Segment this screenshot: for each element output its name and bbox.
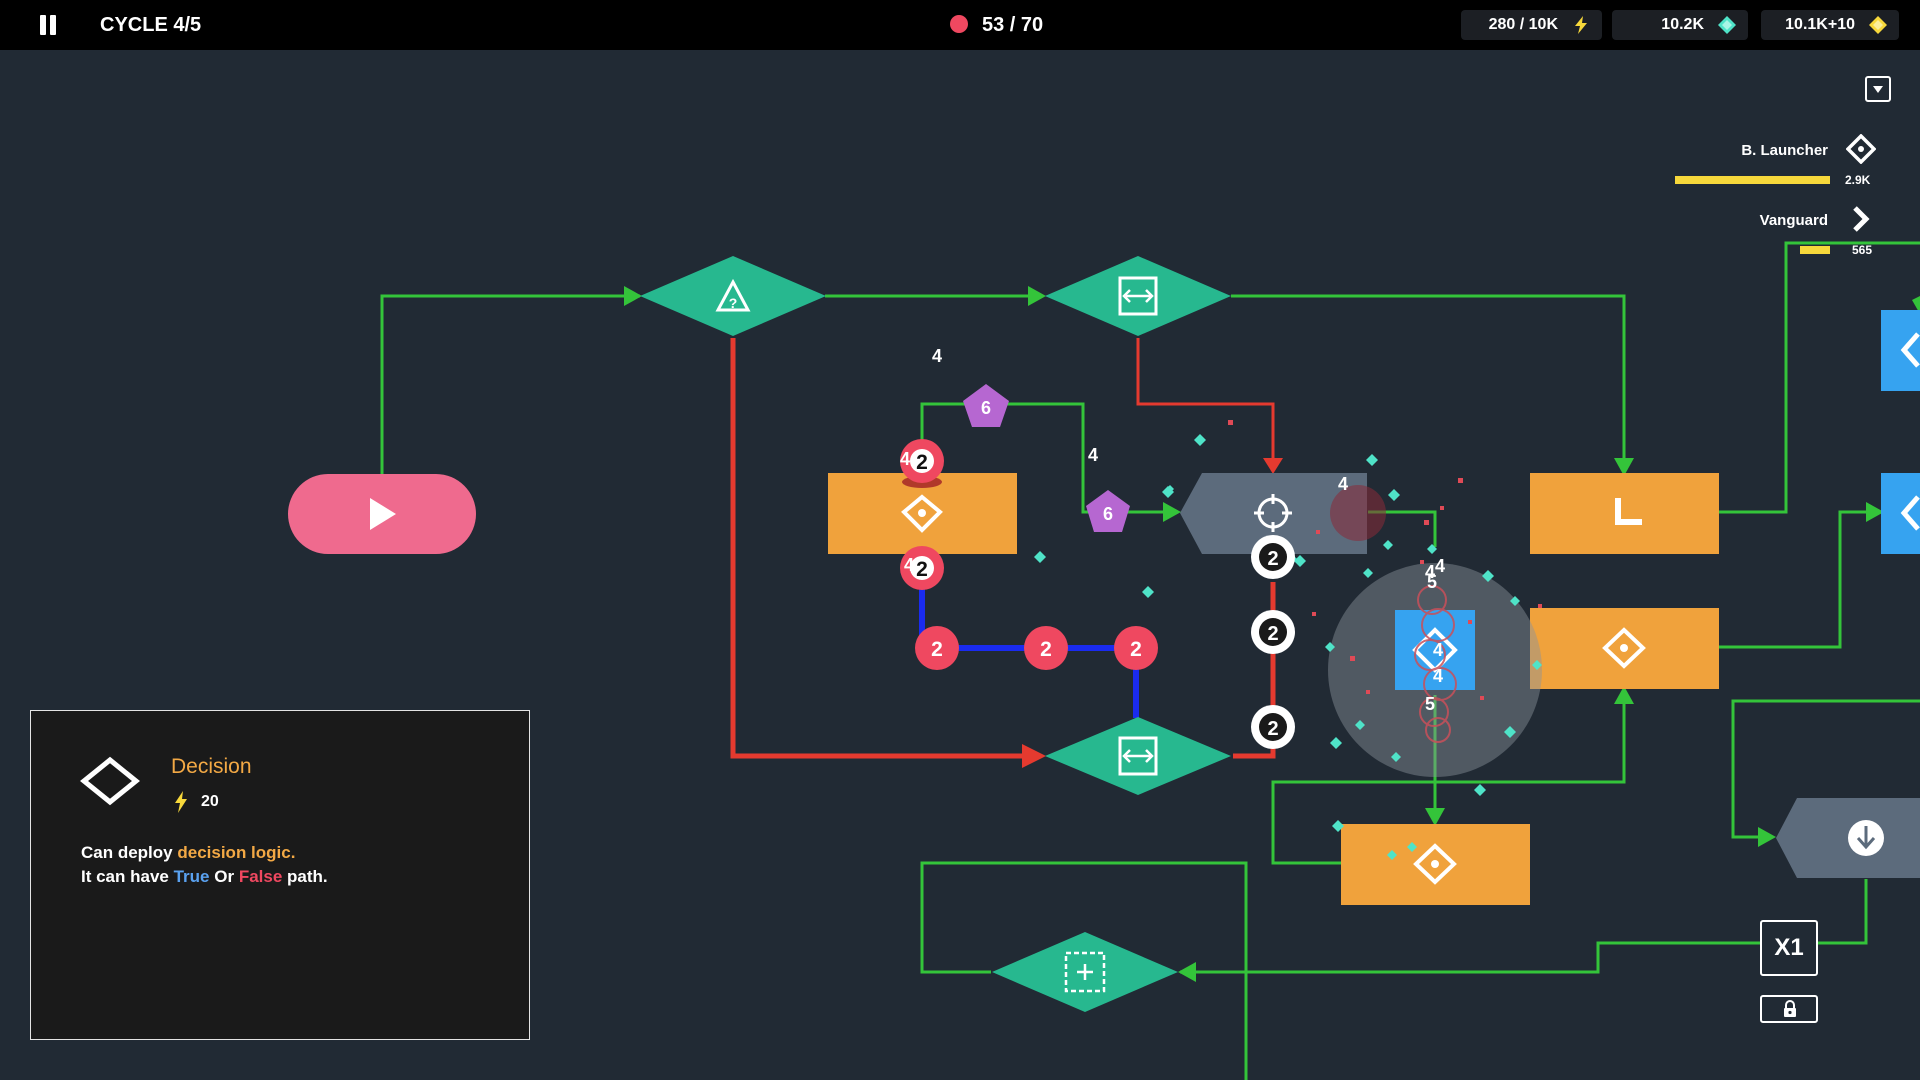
white-enemy: 2 [1251, 535, 1295, 579]
svg-text:4: 4 [1433, 666, 1443, 686]
vanguard-value: 565 [1852, 243, 1873, 257]
desc-text: It can have [81, 867, 174, 886]
svg-text:?: ? [729, 295, 738, 311]
svg-text:6: 6 [1103, 504, 1113, 524]
pentagon-enemy: 6 [963, 384, 1009, 427]
svg-text:2: 2 [916, 558, 928, 581]
unit-name-vanguard: Vanguard [1759, 212, 1828, 229]
false-label: False [238, 867, 283, 886]
speed-button[interactable]: X1 [1760, 920, 1818, 976]
split-decision-node-top[interactable] [1045, 256, 1231, 336]
white-enemy: 2 [1251, 610, 1295, 654]
blue-node-top[interactable] [1881, 310, 1920, 391]
svg-text:6: 6 [981, 398, 991, 418]
chevron-right-icon [1853, 206, 1870, 232]
add-decision-node[interactable] [992, 932, 1178, 1012]
blue-node-middle[interactable] [1881, 473, 1920, 554]
desc-text: Can deploy [81, 843, 178, 862]
b-launcher-value: 2.9K [1845, 173, 1871, 187]
info-cost: 20 [201, 793, 219, 810]
info-title: Decision [171, 755, 252, 778]
desc-highlight: decision logic. [177, 843, 296, 862]
red-enemy: 2 [915, 626, 959, 670]
svg-text:2: 2 [1040, 638, 1052, 661]
pentagon-enemy: 6 [1086, 490, 1130, 532]
b-launcher-bar [1675, 176, 1830, 184]
svg-text:2: 2 [1267, 718, 1278, 740]
red-enemy: 2 [1024, 626, 1068, 670]
svg-text:4: 4 [1433, 640, 1443, 660]
svg-text:4: 4 [904, 555, 914, 575]
true-label: True [173, 867, 210, 886]
info-description: Can deploy decision logic. It can have T… [81, 841, 328, 889]
svg-text:4: 4 [1338, 474, 1348, 494]
lightning-icon [175, 791, 187, 813]
lock-button[interactable] [1760, 995, 1818, 1023]
svg-text:5: 5 [1427, 572, 1437, 592]
desc-text: path. [282, 867, 328, 886]
start-node[interactable] [288, 474, 476, 554]
orange-tower-right[interactable] [1530, 608, 1719, 689]
orange-tower-bottom[interactable] [1341, 824, 1530, 905]
svg-text:4: 4 [900, 449, 910, 469]
svg-text:2: 2 [1130, 638, 1142, 661]
svg-text:2: 2 [916, 451, 928, 474]
svg-text:4: 4 [1088, 445, 1098, 465]
svg-text:5: 5 [1425, 694, 1435, 714]
vanguard-bar [1800, 246, 1830, 254]
gray-exit-node[interactable] [1776, 798, 1920, 878]
info-panel: Decision 20 Can deploy decision logic. I… [30, 710, 530, 1040]
svg-text:2: 2 [1267, 623, 1278, 645]
svg-text:2: 2 [1267, 548, 1278, 570]
svg-text:4: 4 [932, 346, 942, 366]
split-decision-node-bottom[interactable] [1045, 717, 1231, 795]
diamond-icon [1846, 134, 1876, 164]
lock-icon [1784, 1000, 1796, 1017]
orange-turn-node[interactable] [1530, 473, 1719, 554]
dropdown-toggle-button[interactable] [1865, 76, 1891, 102]
svg-text:2: 2 [931, 638, 943, 661]
white-enemy: 2 [1251, 705, 1295, 749]
unit-name-b-launcher: B. Launcher [1741, 142, 1828, 159]
warning-decision-node[interactable]: ? [640, 256, 826, 336]
decision-diamond-icon [80, 756, 140, 806]
desc-text: Or [209, 867, 239, 886]
red-enemy: 2 [1114, 626, 1158, 670]
